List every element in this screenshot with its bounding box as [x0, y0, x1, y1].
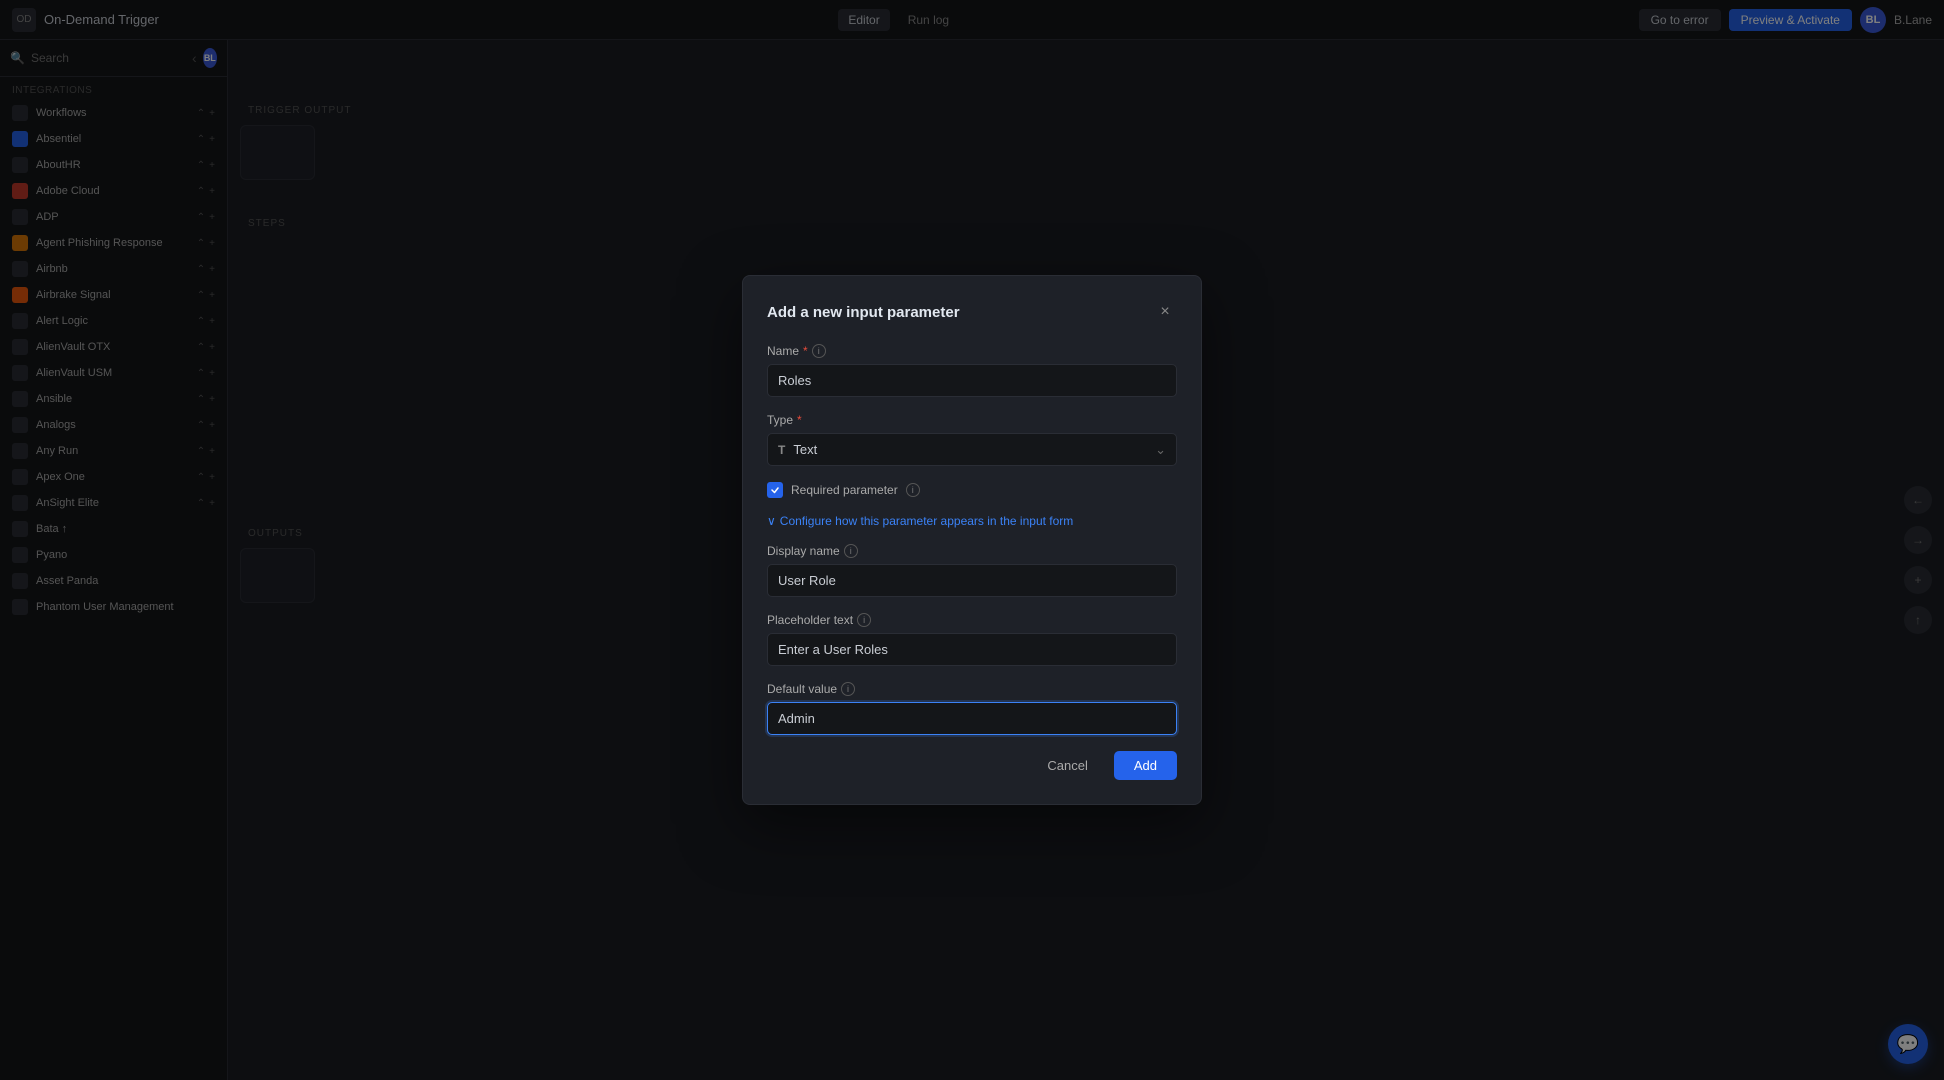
placeholder-text-input[interactable]	[767, 633, 1177, 666]
type-label: Type *	[767, 413, 1177, 427]
required-checkbox-label: Required parameter	[791, 483, 898, 497]
default-value-group: Default value i	[767, 682, 1177, 735]
display-name-input[interactable]	[767, 564, 1177, 597]
required-parameter-row: Required parameter i	[767, 482, 1177, 498]
default-value-info-icon[interactable]: i	[841, 682, 855, 696]
type-field-group: Type * T Text ⌄	[767, 413, 1177, 466]
chevron-down-icon: ⌄	[1155, 442, 1166, 458]
configure-link[interactable]: ∨ Configure how this parameter appears i…	[767, 514, 1177, 528]
cancel-button[interactable]: Cancel	[1031, 751, 1103, 780]
name-label: Name * i	[767, 344, 1177, 358]
dialog-title: Add a new input parameter	[767, 304, 960, 321]
name-field-group: Name * i	[767, 344, 1177, 397]
add-input-parameter-dialog: Add a new input parameter × Name * i Typ…	[742, 275, 1202, 805]
type-text-icon: T	[778, 443, 785, 457]
placeholder-text-group: Placeholder text i	[767, 613, 1177, 666]
required-info-icon[interactable]: i	[906, 483, 920, 497]
display-name-label: Display name i	[767, 544, 1177, 558]
display-name-group: Display name i	[767, 544, 1177, 597]
dialog-header: Add a new input parameter ×	[767, 300, 1177, 324]
default-value-input[interactable]	[767, 702, 1177, 735]
dialog-footer: Cancel Add	[767, 751, 1177, 780]
display-name-info-icon[interactable]: i	[844, 544, 858, 558]
close-button[interactable]: ×	[1153, 300, 1177, 324]
type-select[interactable]: T Text ⌄	[767, 433, 1177, 466]
name-info-icon[interactable]: i	[812, 344, 826, 358]
default-value-label: Default value i	[767, 682, 1177, 696]
placeholder-text-label: Placeholder text i	[767, 613, 1177, 627]
add-button[interactable]: Add	[1114, 751, 1177, 780]
name-input[interactable]	[767, 364, 1177, 397]
placeholder-text-info-icon[interactable]: i	[857, 613, 871, 627]
required-checkbox[interactable]	[767, 482, 783, 498]
chevron-down-small-icon: ∨	[767, 514, 776, 528]
